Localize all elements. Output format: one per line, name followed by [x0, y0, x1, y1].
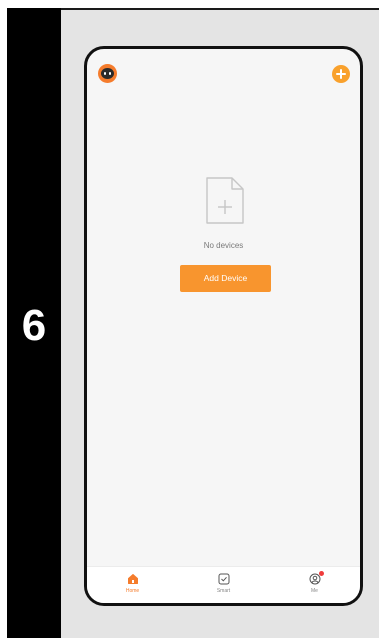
tab-smart[interactable]: Smart: [178, 567, 269, 603]
bottom-tab-bar: Home Smart Me: [87, 566, 360, 603]
add-device-button[interactable]: Add Device: [180, 265, 271, 292]
phone-screen: No devices Add Device Home Smart Me: [84, 46, 363, 606]
checkbox-icon: [218, 573, 229, 585]
tab-home-label: Home: [125, 588, 140, 594]
step-number: 6: [21, 301, 47, 350]
home-icon: [127, 574, 138, 584]
avatar-face: [101, 68, 114, 79]
empty-state-text: No devices: [203, 241, 244, 250]
page: 6 No devices Add Device Home Smart Me: [0, 0, 379, 638]
tab-home[interactable]: Home: [87, 567, 178, 603]
notification-badge: [318, 571, 324, 576]
document-plus-icon: [203, 175, 247, 227]
tab-smart-label: Smart: [216, 588, 231, 594]
plus-circle-icon[interactable]: [332, 65, 350, 83]
tab-me[interactable]: Me: [269, 567, 360, 603]
avatar-icon[interactable]: [98, 64, 117, 83]
tab-me-label: Me: [311, 588, 318, 594]
